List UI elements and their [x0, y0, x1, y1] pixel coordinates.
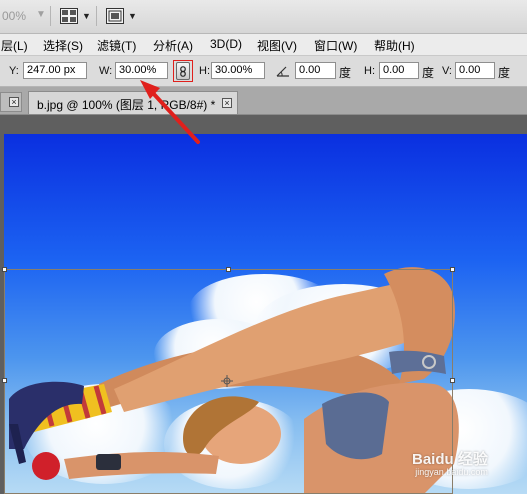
toolbar-divider — [96, 6, 97, 26]
document-tab-bar: × b.jpg @ 100% (图层 1, RGB/8#) * × — [0, 87, 527, 115]
transform-handle-top-right[interactable] — [450, 267, 455, 272]
link-aspect-ratio-button[interactable] — [173, 60, 193, 82]
screen-mode-button[interactable]: ▼ — [106, 7, 137, 25]
menu-3d[interactable]: 3D(D) — [210, 37, 242, 51]
transform-handle-middle-left[interactable] — [2, 378, 7, 383]
watermark-brand: Baidu 经验 — [412, 451, 488, 468]
document-canvas[interactable] — [4, 134, 527, 494]
chain-link-icon — [180, 65, 186, 77]
chevron-down-icon: ▼ — [82, 11, 91, 21]
vertical-skew-field[interactable]: 0.00 — [455, 62, 495, 79]
options-bar: Y: 247.00 px W: 30.00% H: 30.00% 0.00 度 … — [0, 56, 527, 87]
menu-analysis[interactable]: 分析(A) — [153, 37, 193, 54]
close-icon[interactable]: × — [9, 97, 19, 107]
zoom-level[interactable]: 00% — [2, 9, 26, 23]
angle-unit: 度 — [339, 66, 352, 80]
tab-previous-document[interactable]: × — [0, 92, 22, 112]
transform-handle-top-center[interactable] — [226, 267, 231, 272]
height-field[interactable]: 30.00% — [211, 62, 265, 79]
width-label: W: — [99, 65, 113, 77]
tab-active-document[interactable]: b.jpg @ 100% (图层 1, RGB/8#) * × — [28, 91, 238, 114]
horizontal-skew-field[interactable]: 0.00 — [379, 62, 419, 79]
width-field[interactable]: 30.00% — [115, 62, 168, 79]
transform-handle-middle-right[interactable] — [450, 378, 455, 383]
zoom-dropdown-icon[interactable]: ▼ — [36, 9, 46, 20]
menu-layer[interactable]: 层(L) — [1, 37, 28, 54]
y-label: Y: — [9, 65, 19, 77]
menu-view[interactable]: 视图(V) — [257, 37, 297, 54]
vskew-unit: 度 — [498, 66, 511, 80]
link-aspect-ratio-icon — [176, 62, 190, 80]
menu-filter[interactable]: 滤镜(T) — [97, 37, 136, 54]
screen-mode-icon — [106, 8, 124, 24]
transform-center-point-icon[interactable] — [221, 375, 233, 387]
hskew-label: H: — [364, 65, 375, 77]
vskew-label: V: — [442, 65, 452, 77]
height-label: H: — [199, 65, 210, 77]
baidu-watermark: Baidu 经验 jingyan.baidu.com — [412, 448, 488, 477]
watermark-url: jingyan.baidu.com — [415, 467, 488, 477]
rotate-angle-field[interactable]: 0.00 — [295, 62, 336, 79]
rotate-angle-icon — [276, 66, 289, 77]
photo-figure — [9, 267, 459, 494]
arrange-documents-button[interactable]: ▼ — [60, 7, 91, 25]
menu-help[interactable]: 帮助(H) — [374, 37, 415, 54]
y-position-field[interactable]: 247.00 px — [23, 62, 87, 79]
menu-window[interactable]: 窗口(W) — [314, 37, 357, 54]
menu-select[interactable]: 选择(S) — [43, 37, 83, 54]
toolbar-divider — [50, 6, 51, 26]
arrange-documents-icon — [60, 8, 78, 24]
application-bar: 00% ▼ ▼ ▼ — [0, 0, 527, 34]
transform-handle-top-left[interactable] — [2, 267, 7, 272]
document-title: b.jpg @ 100% (图层 1, RGB/8#) * — [37, 98, 216, 112]
chevron-down-icon: ▼ — [128, 11, 137, 21]
close-icon[interactable]: × — [222, 98, 232, 108]
hskew-unit: 度 — [422, 66, 435, 80]
menu-bar: 层(L) 选择(S) 滤镜(T) 分析(A) 3D(D) 视图(V) 窗口(W)… — [0, 34, 527, 56]
